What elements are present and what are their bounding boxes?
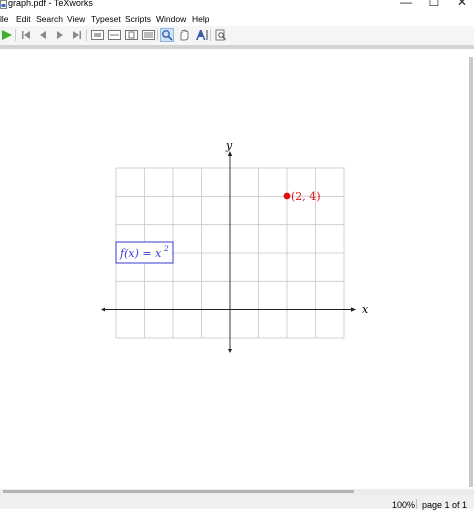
status-bar: 100% page 1 of 1: [0, 495, 474, 512]
y-axis: [227, 151, 233, 353]
pdf-viewer[interactable]: x y (2, 4) f(x) = x 2: [0, 49, 474, 489]
scroll-tool-icon[interactable]: [177, 28, 191, 42]
menu-file[interactable]: lle: [0, 13, 9, 26]
app-icon: [0, 0, 7, 9]
y-axis-label: y: [225, 139, 233, 152]
typeset-play-icon[interactable]: [0, 28, 14, 42]
point-label: (2, 4): [291, 190, 321, 203]
toolbar-separator: [210, 29, 211, 41]
next-page-icon[interactable]: [53, 28, 67, 42]
status-divider: [416, 499, 417, 509]
find-icon[interactable]: [214, 28, 228, 42]
toolbar-separator: [15, 29, 16, 41]
page-indicator[interactable]: page 1 of 1: [422, 498, 467, 512]
toolbar-separator: [157, 29, 158, 41]
pdf-page-graph: x y (2, 4) f(x) = x 2: [101, 139, 369, 353]
function-exponent: 2: [163, 244, 169, 253]
x-axis: [101, 307, 356, 312]
menu-search[interactable]: Search: [36, 13, 63, 26]
function-label: f(x) = x: [119, 247, 162, 260]
vertical-scrollbar[interactable]: [469, 57, 473, 487]
menu-edit[interactable]: Edit: [16, 13, 31, 26]
full-screen-icon[interactable]: [141, 28, 155, 42]
menu-window[interactable]: Window: [156, 13, 186, 26]
fit-width-icon[interactable]: [107, 28, 121, 42]
select-text-icon[interactable]: [194, 28, 208, 42]
last-page-icon[interactable]: [70, 28, 84, 42]
close-button[interactable]: ✕: [447, 0, 474, 9]
menu-bar: lle Edit Search View Typeset Scripts Win…: [0, 13, 474, 26]
toolbar: [0, 26, 474, 45]
window-title: graph.pdf - TeXworks: [8, 0, 93, 8]
maximize-button[interactable]: ☐: [419, 0, 449, 9]
toolbar-separator: [86, 29, 87, 41]
fit-window-icon[interactable]: [124, 28, 138, 42]
point-marker: [283, 192, 291, 200]
first-page-icon[interactable]: [19, 28, 33, 42]
previous-page-icon[interactable]: [36, 28, 50, 42]
minimize-button[interactable]: —: [391, 0, 421, 9]
zoom-level[interactable]: 100%: [392, 498, 415, 512]
magnify-tool-icon[interactable]: [160, 28, 174, 42]
menu-help[interactable]: Help: [192, 13, 209, 26]
menu-scripts[interactable]: Scripts: [125, 13, 151, 26]
horizontal-scrollbar-thumb[interactable]: [3, 490, 354, 493]
menu-typeset[interactable]: Typeset: [91, 13, 121, 26]
title-bar: graph.pdf - TeXworks — ☐ ✕: [0, 0, 474, 13]
actual-size-icon[interactable]: [90, 28, 104, 42]
x-axis-label: x: [362, 303, 369, 316]
menu-view[interactable]: View: [67, 13, 85, 26]
